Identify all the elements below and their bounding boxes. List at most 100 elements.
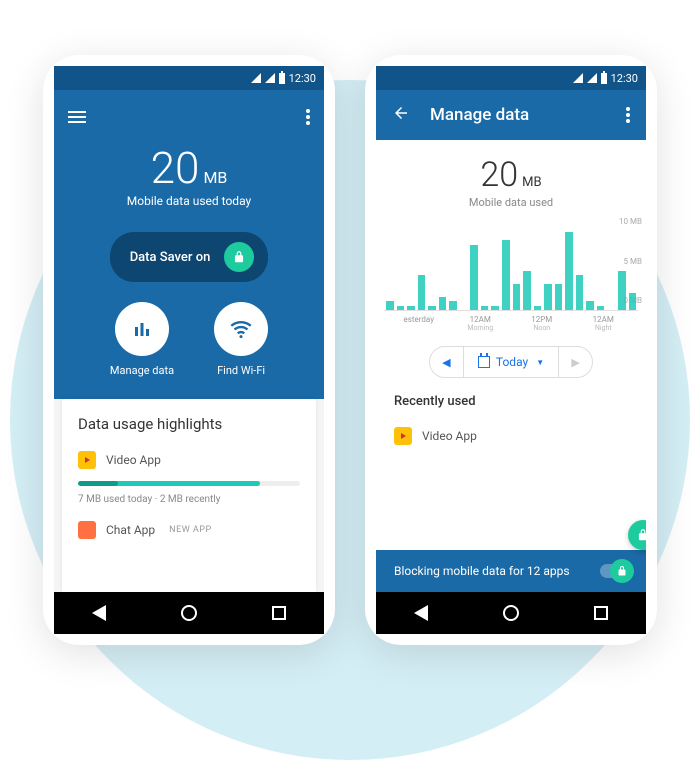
chart-bar: [397, 306, 405, 310]
back-arrow-icon[interactable]: [392, 104, 410, 126]
usage-summary: 20MB Mobile data used today: [68, 132, 310, 226]
blocking-label: Blocking mobile data for 12 apps: [394, 564, 570, 578]
date-label: Today: [496, 355, 528, 369]
chart-bar: [428, 306, 436, 310]
saver-label: Data Saver on: [130, 250, 211, 265]
chart-bar: [534, 306, 542, 310]
chart-bar: [555, 284, 563, 310]
x-tick: esterday: [404, 315, 434, 324]
page-title: Manage data: [430, 105, 529, 125]
usage-value: 20: [480, 155, 518, 195]
manage-data-label: Manage data: [110, 364, 174, 377]
battery-icon: [279, 73, 285, 84]
status-bar: 12:30: [376, 66, 646, 90]
chevron-left-icon[interactable]: ◀: [430, 347, 464, 377]
chart-bar: [513, 284, 521, 310]
chevron-down-icon: ▼: [536, 358, 544, 367]
usage-bar: [78, 481, 300, 486]
usage-unit: MB: [203, 168, 227, 187]
action-row: Manage data Find Wi-Fi: [68, 282, 310, 399]
recents-nav-icon[interactable]: [272, 606, 286, 620]
status-time: 12:30: [289, 72, 316, 85]
phone-2-frame: 12:30 Manage data 20 MB Mobile data used: [365, 55, 657, 645]
chart-bar: [523, 271, 531, 310]
usage-subtitle: Mobile data used: [376, 196, 646, 209]
highlights-card: Data usage highlights Video App 7 MB use…: [62, 399, 316, 592]
manage-data-body: 20 MB Mobile data used 10 MB 5 MB 0 MB es…: [376, 140, 646, 592]
app-name-label: Video App: [422, 429, 477, 443]
list-item[interactable]: Video App: [394, 423, 628, 449]
chart-bar: [386, 301, 394, 310]
video-app-icon: [78, 451, 96, 469]
chart-bar: [618, 271, 626, 310]
chart-bar: [407, 306, 415, 310]
chart-bar: [565, 232, 573, 310]
manage-data-header: Manage data: [376, 90, 646, 140]
blocking-toggle[interactable]: [600, 564, 632, 578]
list-item[interactable]: Video App: [78, 447, 300, 473]
signal-icon: [573, 73, 583, 83]
back-nav-icon[interactable]: [414, 605, 428, 621]
chart-bar: [470, 245, 478, 310]
highlights-title: Data usage highlights: [78, 415, 300, 433]
chart-bar: [597, 306, 605, 310]
usage-number: 20MB: [68, 146, 310, 190]
home-header: 20MB Mobile data used today Data Saver o…: [54, 90, 324, 399]
phone-mockups-container: 12:30 20MB Mobile data used today: [0, 0, 700, 700]
x-tick: 12AM: [470, 315, 491, 324]
date-dropdown[interactable]: Today ▼: [464, 355, 558, 369]
x-tick: 12PM: [531, 315, 552, 324]
calendar-icon: [478, 356, 490, 368]
signal-icon-2: [587, 73, 597, 83]
usage-subtitle: Mobile data used today: [68, 194, 310, 208]
date-selector-row: ◀ Today ▼ ▶: [376, 332, 646, 394]
android-nav-bar: [376, 592, 646, 634]
usage-value: 20: [151, 142, 200, 194]
chart-bar: [481, 306, 489, 310]
data-saver-toggle[interactable]: Data Saver on: [110, 232, 269, 282]
find-wifi-label: Find Wi-Fi: [214, 364, 268, 377]
signal-icon-2: [265, 73, 275, 83]
usage-summary: 20 MB Mobile data used: [376, 140, 646, 213]
chart-bar: [491, 306, 499, 310]
status-time: 12:30: [611, 72, 638, 85]
usage-chart: 10 MB 5 MB 0 MB esterday 12AMMorning 12P…: [376, 213, 646, 332]
phone-1-screen: 12:30 20MB Mobile data used today: [54, 66, 324, 634]
chart-bar: [586, 301, 594, 310]
phone-2-screen: 12:30 Manage data 20 MB Mobile data used: [376, 66, 646, 634]
overflow-menu-icon[interactable]: [626, 105, 630, 125]
home-nav-icon[interactable]: [181, 605, 197, 621]
x-tick: 12AM: [593, 315, 614, 324]
overflow-menu-icon[interactable]: [306, 107, 310, 127]
video-app-icon: [394, 427, 412, 445]
chart-bar: [418, 275, 426, 310]
chart-bars-icon: [115, 302, 169, 356]
signal-icon: [251, 73, 261, 83]
android-nav-bar: [54, 592, 324, 634]
home-nav-icon[interactable]: [503, 605, 519, 621]
menu-icon[interactable]: [68, 108, 86, 126]
top-bar: [68, 102, 310, 132]
chart-bar: [576, 275, 584, 310]
usage-unit: MB: [522, 175, 541, 190]
new-app-chip: NEW APP: [169, 525, 211, 535]
wifi-icon: [214, 302, 268, 356]
usage-meta: 7 MB used today · 2 MB recently: [78, 494, 300, 505]
recent-title: Recently used: [394, 394, 628, 409]
manage-data-button[interactable]: Manage data: [110, 302, 174, 377]
chevron-right-icon[interactable]: ▶: [558, 347, 592, 377]
chart-bar: [439, 297, 447, 310]
recents-nav-icon[interactable]: [594, 606, 608, 620]
find-wifi-button[interactable]: Find Wi-Fi: [214, 302, 268, 377]
chart-bars: [384, 223, 638, 311]
lock-icon: [224, 242, 254, 272]
chart-bar: [449, 301, 457, 310]
date-selector: ◀ Today ▼ ▶: [429, 346, 593, 378]
chart-bar: [544, 284, 552, 310]
blocking-banner: Blocking mobile data for 12 apps: [376, 550, 646, 592]
lock-icon: [628, 520, 646, 550]
chart-bar: [502, 240, 510, 310]
back-nav-icon[interactable]: [92, 605, 106, 621]
battery-icon: [601, 73, 607, 84]
list-item[interactable]: Chat App NEW APP: [78, 517, 300, 543]
